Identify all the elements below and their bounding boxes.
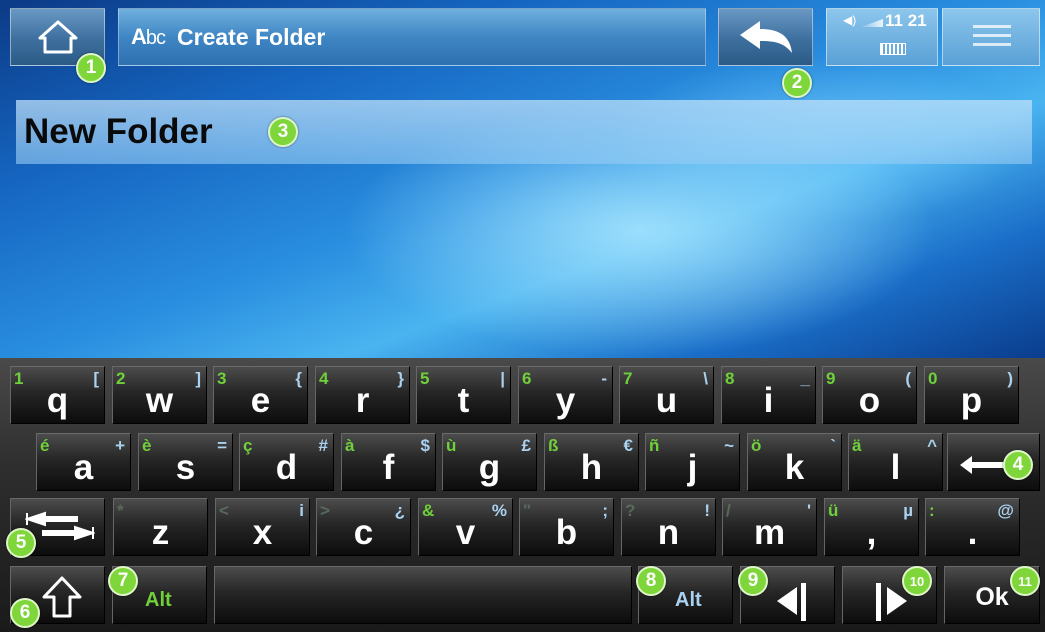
key-label: b — [555, 513, 578, 552]
key-label: l — [890, 448, 901, 487]
key-row2-2[interactable]: ç # d — [239, 433, 334, 491]
key-label: v — [455, 513, 476, 552]
shift-arrow-icon — [42, 576, 82, 618]
callout-6: 6 — [10, 598, 40, 628]
menu-button[interactable] — [942, 8, 1040, 66]
key-row2-5[interactable]: ß € h — [544, 433, 639, 491]
key-row3-0[interactable]: * z — [113, 498, 208, 556]
space-key[interactable] — [214, 566, 632, 624]
callout-4: 4 — [1003, 450, 1033, 480]
key-row1-7[interactable]: 8 _ i — [721, 366, 816, 424]
home-icon — [38, 20, 77, 54]
callout-1: 1 — [76, 53, 106, 83]
key-row3-6[interactable]: / ' m — [722, 498, 817, 556]
key-label: t — [457, 381, 470, 420]
key-row1-2[interactable]: 3{e — [213, 366, 308, 424]
callout-5: 5 — [6, 528, 36, 558]
callout-8: 8 — [636, 566, 666, 596]
key-label: s — [175, 448, 196, 487]
key-row3-4[interactable]: "; b — [519, 498, 614, 556]
key-row3-1[interactable]: < i x — [215, 498, 310, 556]
key-label: y — [555, 381, 576, 420]
key-label: c — [353, 513, 374, 552]
status-area: ◀) 11 21 — [826, 8, 938, 66]
abc-icon: Abc — [131, 24, 166, 49]
alt-label-left: Alt — [145, 589, 172, 611]
key-label: . — [967, 513, 978, 552]
key-row1-0[interactable]: 1[q — [10, 366, 105, 424]
cursor-left-icon — [777, 583, 806, 621]
key-label: w — [145, 381, 174, 420]
key-label: q — [46, 381, 69, 420]
key-label: e — [250, 381, 271, 420]
tab-arrows-icon — [25, 511, 95, 541]
screen: Abc Create Folder ◀) 11 21 New Folder 1[… — [0, 0, 1045, 632]
key-label: d — [275, 448, 298, 487]
key-row2-1[interactable]: è = s — [138, 433, 233, 491]
key-row3-2[interactable]: > ¿ c — [316, 498, 411, 556]
key-label: i — [763, 381, 774, 420]
callout-2: 2 — [782, 68, 812, 98]
key-label: p — [960, 381, 983, 420]
key-row1-8[interactable]: 9(o — [822, 366, 917, 424]
callout-3: 3 — [268, 117, 298, 147]
key-row3-7[interactable]: üµ, — [824, 498, 919, 556]
key-row2-7[interactable]: ö ` k — [747, 433, 842, 491]
folder-name-input[interactable]: New Folder — [16, 100, 1032, 164]
key-label: z — [151, 513, 170, 552]
key-row1-1[interactable]: 2] w — [112, 366, 207, 424]
key-label: j — [687, 448, 698, 487]
key-label: m — [753, 513, 786, 552]
key-row2-4[interactable]: ù £ g — [442, 433, 537, 491]
key-row2-3[interactable]: à $ f — [341, 433, 436, 491]
key-label: g — [478, 448, 501, 487]
key-row3-8[interactable]: : @. — [925, 498, 1020, 556]
speaker-icon: ◀) — [843, 13, 857, 27]
page-title: Create Folder — [177, 23, 326, 50]
menu-icon — [973, 25, 1011, 52]
key-label: k — [784, 448, 805, 487]
alt-label-right: Alt — [675, 589, 702, 611]
callout-11: 11 — [1010, 566, 1040, 596]
key-label: f — [382, 448, 395, 487]
key-label: n — [657, 513, 680, 552]
key-row3-3[interactable]: &% v — [418, 498, 513, 556]
key-label: h — [580, 448, 603, 487]
back-arrow-icon — [739, 21, 792, 53]
key-row3-5[interactable]: ?! n — [621, 498, 716, 556]
back-button[interactable] — [718, 8, 813, 66]
input-text: New Folder — [24, 112, 213, 151]
key-row1-9[interactable]: 0) p — [924, 366, 1019, 424]
clock: 11 21 — [885, 11, 927, 30]
key-row2-8[interactable]: ä ^ l — [848, 433, 943, 491]
battery-icon — [880, 43, 906, 55]
key-label: x — [252, 513, 273, 552]
key-row1-5[interactable]: 6-y — [518, 366, 613, 424]
callout-9: 9 — [738, 566, 768, 596]
key-row1-6[interactable]: 7 \ u — [619, 366, 714, 424]
key-label: u — [655, 381, 678, 420]
volume-level — [861, 19, 883, 27]
key-row2-0[interactable]: é + a — [36, 433, 131, 491]
title-bar: Abc Create Folder — [118, 8, 706, 66]
key-label: r — [355, 381, 370, 420]
key-label: a — [73, 448, 94, 487]
key-row1-3[interactable]: 4} r — [315, 366, 410, 424]
key-row2-6[interactable]: ñ ~ j — [645, 433, 740, 491]
callout-10: 10 — [902, 566, 932, 596]
key-label: o — [858, 381, 881, 420]
callout-7: 7 — [108, 566, 138, 596]
key-row1-4[interactable]: 5 | t — [416, 366, 511, 424]
key-label: , — [866, 513, 877, 552]
